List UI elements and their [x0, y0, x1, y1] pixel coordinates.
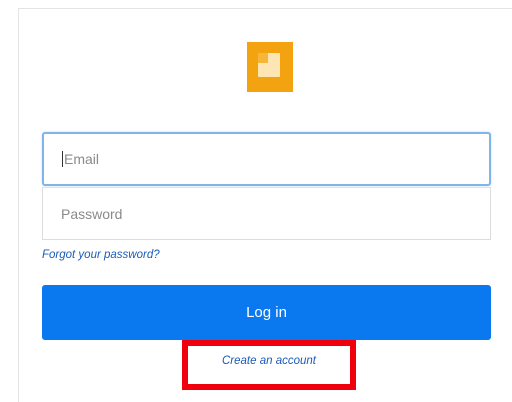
login-button[interactable]: Log in — [42, 285, 491, 340]
password-placeholder: Password — [61, 205, 123, 222]
create-account-link[interactable]: Create an account — [196, 355, 342, 367]
login-page: Email Password Forgot your password? Log… — [0, 0, 512, 402]
forgot-password-link[interactable]: Forgot your password? — [42, 249, 160, 261]
email-placeholder: Email — [64, 151, 100, 167]
app-logo-icon — [247, 42, 293, 92]
email-field[interactable]: Email — [42, 132, 491, 186]
logo-fold-shape — [258, 53, 268, 63]
password-field[interactable]: Password — [42, 187, 491, 240]
text-caret — [62, 151, 63, 167]
